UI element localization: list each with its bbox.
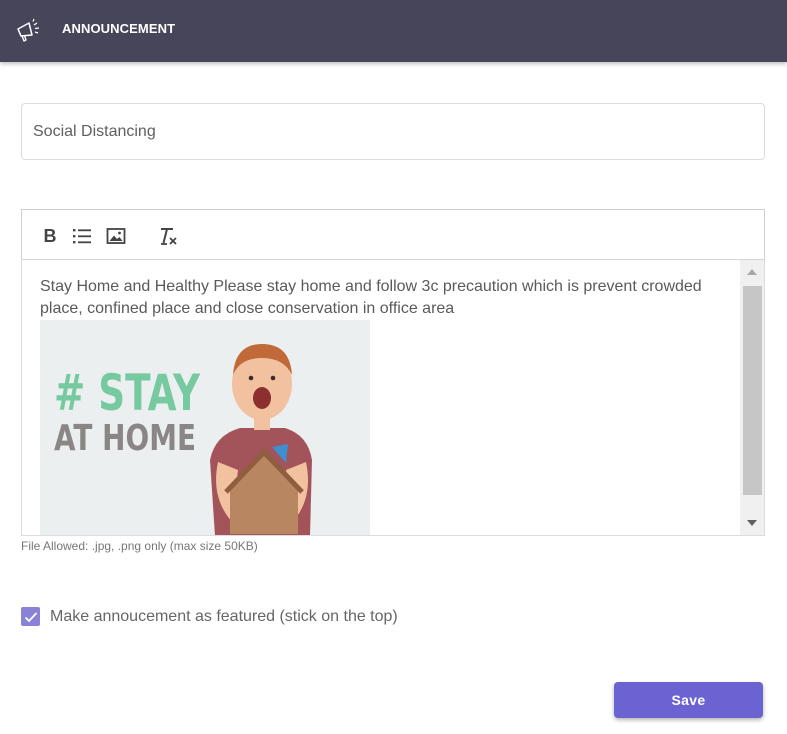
editor-body-text: Stay Home and Healthy Please stay home a… [40,278,702,317]
megaphone-icon [17,18,40,42]
scrollbar-thumb[interactable] [743,286,762,495]
clear-formatting-icon [161,228,177,245]
image-headline: # STAY [54,364,201,422]
editor-toolbar: B [21,209,765,260]
insert-image-button[interactable] [104,224,128,248]
bulleted-list-button[interactable] [70,224,94,248]
file-allowed-hint: File Allowed: .jpg, .png only (max size … [21,539,258,553]
announcement-title-input[interactable] [21,103,765,160]
scroll-up-arrow-icon[interactable] [747,269,757,275]
embedded-image: # STAY AT HOME [40,320,370,535]
bold-icon: B [43,225,57,246]
featured-checkbox[interactable] [21,607,40,626]
scroll-down-arrow-icon[interactable] [747,520,757,526]
image-subline: AT HOME [54,418,196,459]
featured-option[interactable]: Make annoucement as featured (stick on t… [21,607,398,626]
bold-button[interactable]: B [38,224,62,248]
featured-label: Make annoucement as featured (stick on t… [50,607,398,625]
page-title: ANNOUNCEMENT [62,21,176,36]
clear-formatting-button[interactable] [156,224,180,248]
save-button[interactable]: Save [614,682,763,718]
app-header: ANNOUNCEMENT [0,0,787,62]
checkmark-icon [24,611,37,622]
editor-scrollbar[interactable] [740,260,764,535]
rich-text-editor[interactable]: Stay Home and Healthy Please stay home a… [21,260,765,536]
bulleted-list-icon [73,229,91,244]
insert-image-icon [106,228,126,244]
